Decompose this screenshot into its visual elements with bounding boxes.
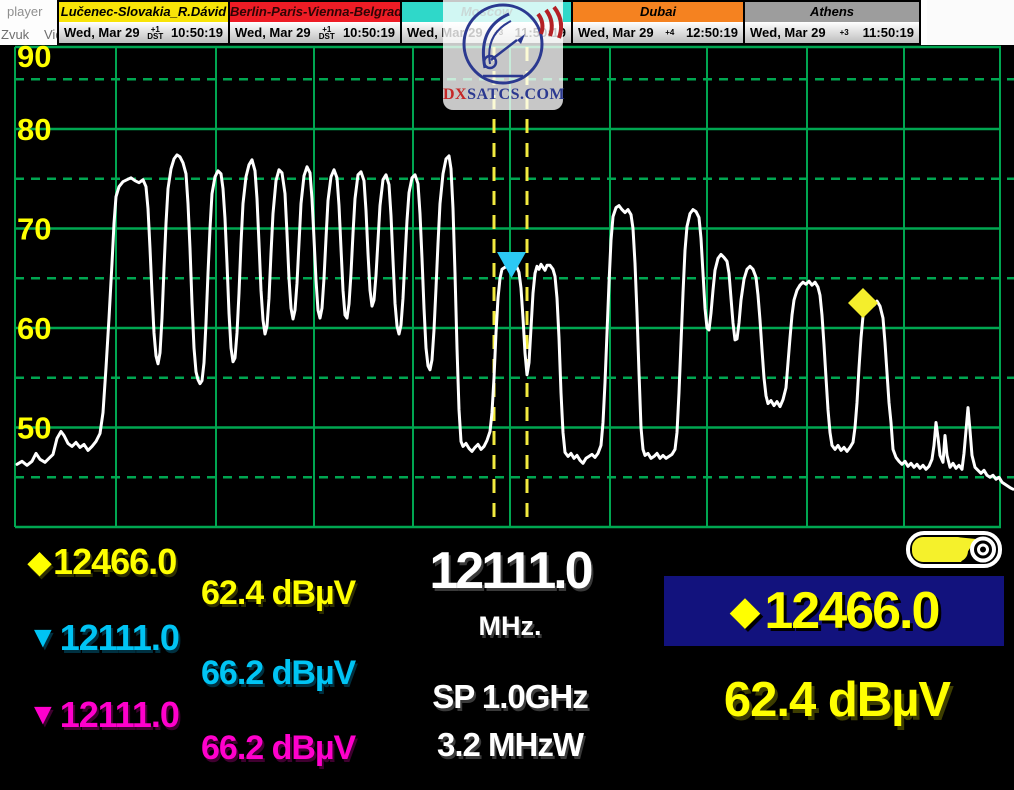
clock-berlin: Berlin-Paris-Vienna-Belgrade Wed, Mar 29… xyxy=(230,2,402,43)
active-marker-box: ◆ 12466.0 xyxy=(664,576,1004,646)
clock-lucenec: Lučenec-Slovakia_R.Dávid Wed, Mar 29 +1 … xyxy=(59,2,230,43)
clock-city: Lučenec-Slovakia_R.Dávid xyxy=(59,2,228,22)
clock-time: Wed, Mar 29 +3 11:50:19 xyxy=(745,22,919,43)
spectrum-trace xyxy=(17,155,1013,489)
topbar-filler xyxy=(927,0,1014,45)
triangle-marker-icon: ▼ xyxy=(28,621,58,655)
utc-offset: +4 xyxy=(665,29,674,36)
clock-date: Wed, Mar 29 xyxy=(578,25,654,40)
logo-wordmark: DXSATCS.COM xyxy=(443,86,563,104)
span-readout: SP 1.0GHz xyxy=(410,678,610,716)
clock-time: Wed, Mar 29 +4 12:50:19 xyxy=(573,22,743,43)
clock-date: Wed, Mar 29 xyxy=(750,25,826,40)
clock-dubai: Dubai Wed, Mar 29 +4 12:50:19 xyxy=(573,2,745,43)
dxsatcs-logo: DXSATCS.COM xyxy=(443,0,563,110)
diamond-trace-marker xyxy=(848,288,878,318)
clock-hms: 12:50:19 xyxy=(686,25,738,40)
media-player-window: player Zvuk Vid xyxy=(0,0,57,45)
utc-offset: +3 xyxy=(840,29,849,36)
center-frequency: 12111.0 xyxy=(410,541,610,601)
marker2-level: 66.2 dBµV xyxy=(201,654,355,693)
active-marker-frequency: 12466.0 xyxy=(764,581,938,641)
bandwidth-readout: 3.2 MHzW xyxy=(410,726,610,764)
clock-date: Wed, Mar 29 xyxy=(64,25,140,40)
y-axis-label: 70 xyxy=(17,212,51,247)
clock-athens: Athens Wed, Mar 29 +3 11:50:19 xyxy=(745,2,919,43)
marker1-frequency: ◆ 12466.0 xyxy=(28,541,176,583)
marker3-level: 66.2 dBµV xyxy=(201,729,355,768)
clock-date: Wed, Mar 29 xyxy=(235,25,311,40)
clock-hms: 10:50:19 xyxy=(171,25,223,40)
y-axis-label: 80 xyxy=(17,112,51,147)
marker3-freq-value: 12111.0 xyxy=(60,694,179,736)
satellite-dish-icon xyxy=(443,0,563,86)
y-axis-label: 50 xyxy=(17,411,51,446)
marker1-freq-value: 12466.0 xyxy=(53,541,176,583)
battery-terminal-inner xyxy=(979,545,988,554)
clock-city: Dubai xyxy=(573,2,743,22)
marker2-freq-value: 12111.0 xyxy=(60,617,179,659)
utc-offset: +1 DST xyxy=(319,26,335,40)
marker2-frequency: ▼ 12111.0 xyxy=(28,617,179,659)
meter-screen: 9080706050 player Zvuk Vid Lučenec-Slova… xyxy=(0,0,1014,790)
frequency-unit: MHz. xyxy=(410,611,610,642)
clock-time: Wed, Mar 29 +1 DST 10:50:19 xyxy=(59,22,228,43)
clock-hms: 11:50:19 xyxy=(863,25,914,40)
marker1-level: 62.4 dBµV xyxy=(201,574,355,613)
marker3-frequency: ▼ 12111.0 xyxy=(28,694,179,736)
diamond-marker-icon: ◆ xyxy=(730,588,761,634)
active-marker-level: 62.4 dBµV xyxy=(670,672,1004,728)
triangle-marker-icon: ▼ xyxy=(28,698,58,732)
logo-dx: DX xyxy=(443,86,467,103)
logo-rest: SATCS.COM xyxy=(467,86,565,103)
clock-city: Berlin-Paris-Vienna-Belgrade xyxy=(230,2,400,22)
utc-offset: +1 DST xyxy=(147,26,163,40)
clock-time: Wed, Mar 29 +1 DST 10:50:19 xyxy=(230,22,400,43)
diamond-marker-icon: ◆ xyxy=(28,545,51,580)
clock-city: Athens xyxy=(745,2,919,22)
clock-hms: 10:50:19 xyxy=(343,25,395,40)
menu-audio[interactable]: Zvuk xyxy=(1,27,29,42)
player-title: player xyxy=(7,4,42,19)
menu-video[interactable]: Vid xyxy=(44,27,57,42)
y-axis-label: 60 xyxy=(17,311,51,346)
